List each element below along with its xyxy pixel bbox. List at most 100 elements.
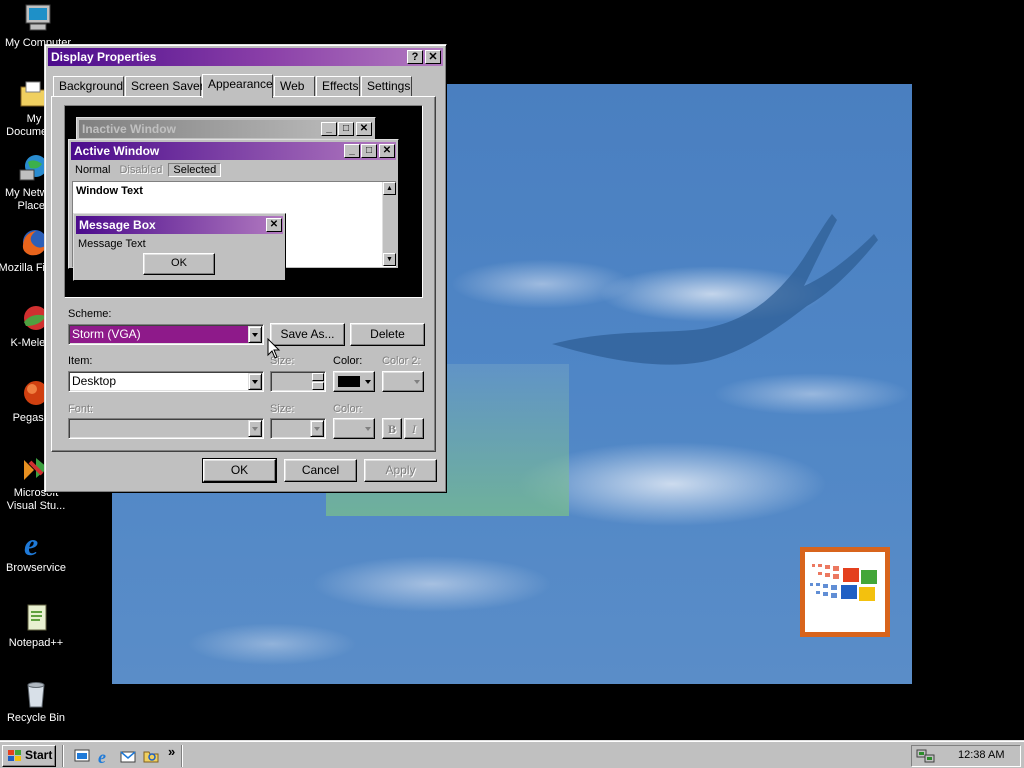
preview-inactive-title: Inactive Window	[82, 122, 176, 136]
chevron-down-icon	[365, 380, 371, 384]
close-button[interactable]: ✕	[425, 50, 441, 64]
save-as-button[interactable]: Save As...	[270, 323, 345, 346]
preview-msgbox-text: Message Text	[78, 238, 146, 250]
svg-text:e: e	[98, 747, 106, 765]
tab-screen-saver[interactable]: Screen Saver	[125, 76, 204, 96]
notepadpp-icon	[20, 602, 52, 634]
window-title: Display Properties	[51, 50, 157, 64]
item-size-spinner[interactable]	[270, 371, 326, 392]
minimize-icon: _	[344, 144, 360, 158]
font-size-label: Size:	[270, 403, 295, 415]
explorer-icon[interactable]	[142, 747, 160, 765]
spin-up-icon	[312, 373, 324, 381]
chevron-down-icon[interactable]	[248, 420, 262, 437]
chevron-down-icon	[414, 380, 420, 384]
preview-menu-disabled: Disabled	[119, 164, 163, 176]
preview-active-titlebar: Active Window _ □ ✕	[71, 142, 396, 160]
desktop-icon-label: Browservice	[6, 562, 66, 574]
color-swatch	[338, 376, 360, 387]
preview-msgbox-titlebar: Message Box ✕	[76, 216, 283, 234]
preview-scrollbar: ▲ ▼	[382, 182, 396, 266]
preview-window-text: Window Text	[76, 185, 143, 197]
chevron-down-icon[interactable]	[248, 373, 262, 390]
ok-button[interactable]: OK	[202, 458, 277, 483]
system-tray: 12:38 AM	[911, 745, 1021, 767]
spin-down-icon	[312, 382, 324, 390]
preview-inactive-titlebar: Inactive Window _ □ ✕	[79, 120, 373, 138]
desktop-icon-recycle-bin[interactable]: Recycle Bin	[0, 677, 72, 725]
italic-button[interactable]: I	[404, 418, 424, 439]
quicklaunch-more-icon[interactable]: »	[168, 744, 175, 759]
maximize-icon: □	[361, 144, 377, 158]
item-value: Desktop	[72, 374, 117, 388]
desktop-icon-label: Recycle Bin	[6, 712, 66, 724]
desktop-icon-browservice[interactable]: e Browservice	[0, 526, 72, 575]
preview-message-box: Message Box ✕ Message Text OK	[73, 213, 286, 281]
scroll-up-icon: ▲	[383, 182, 396, 195]
windows-flag-icon	[8, 750, 21, 761]
desktop-icon-notepadpp[interactable]: Notepad++	[0, 602, 72, 650]
preview-active-title: Active Window	[74, 144, 160, 158]
svg-text:e: e	[24, 527, 38, 559]
preview-menu-selected: Selected	[168, 163, 222, 177]
apply-button[interactable]: Apply	[364, 459, 437, 482]
tab-effects[interactable]: Effects	[316, 76, 360, 96]
color-label: Color:	[333, 355, 363, 367]
chevron-down-icon[interactable]	[310, 420, 324, 437]
show-desktop-icon[interactable]	[73, 747, 91, 765]
close-icon: ✕	[356, 122, 372, 136]
font-dropdown[interactable]	[68, 418, 264, 439]
computer-icon	[22, 2, 54, 34]
taskbar-divider	[62, 745, 64, 767]
preview-msgbox-title: Message Box	[79, 218, 156, 232]
font-label: Font:	[68, 403, 94, 415]
mouse-cursor-icon	[267, 338, 281, 359]
start-label: Start	[25, 748, 53, 762]
maximize-icon: □	[338, 122, 354, 136]
item-dropdown[interactable]: Desktop	[68, 371, 264, 392]
internet-explorer-icon: e	[20, 526, 52, 562]
scheme-dropdown[interactable]: Storm (VGA)	[68, 324, 264, 345]
font-size-dropdown[interactable]	[270, 418, 326, 439]
recycle-bin-icon	[20, 677, 52, 709]
preview-menu-normal: Normal	[75, 164, 111, 176]
outlook-express-icon[interactable]	[119, 747, 137, 765]
cancel-button[interactable]: Cancel	[284, 459, 357, 482]
tab-appearance[interactable]: Appearance	[202, 74, 273, 98]
font-color-button[interactable]	[333, 418, 375, 439]
item-label: Item:	[68, 355, 93, 367]
scroll-down-icon: ▼	[383, 253, 396, 266]
help-button[interactable]: ?	[407, 50, 423, 64]
tab-background[interactable]: Background	[53, 76, 124, 96]
color2-picker-button[interactable]	[382, 371, 424, 392]
appearance-panel: Inactive Window _ □ ✕ Active Window _ □ …	[51, 96, 436, 452]
display-properties-window: Display Properties ? ✕ Background Screen…	[44, 44, 447, 493]
font-color-label: Color:	[333, 403, 363, 415]
windows-logo	[800, 547, 890, 637]
internet-explorer-icon[interactable]: e	[96, 747, 114, 767]
color-picker-button[interactable]	[333, 371, 375, 392]
color2-label: Color 2:	[382, 355, 421, 367]
tab-web[interactable]: Web	[274, 76, 315, 96]
scheme-label: Scheme:	[68, 308, 112, 320]
start-button[interactable]: Start	[2, 745, 56, 767]
chevron-down-icon	[365, 427, 371, 431]
close-icon: ✕	[266, 218, 282, 232]
chevron-down-icon[interactable]	[248, 326, 262, 343]
desktop-icon-label: Notepad++	[8, 637, 64, 649]
tab-settings[interactable]: Settings	[361, 76, 412, 96]
desktop-icon-my-computer[interactable]: My Computer	[2, 2, 74, 50]
network-tray-icon[interactable]	[916, 747, 936, 765]
scheme-value: Storm (VGA)	[72, 327, 141, 341]
minimize-icon: _	[321, 122, 337, 136]
preview-ok-button: OK	[143, 253, 215, 275]
delete-button[interactable]: Delete	[350, 323, 425, 346]
scheme-preview[interactable]: Inactive Window _ □ ✕ Active Window _ □ …	[64, 105, 423, 298]
bold-button[interactable]: B	[382, 418, 402, 439]
window-titlebar[interactable]: Display Properties ? ✕	[48, 48, 443, 66]
taskbar-divider	[181, 745, 183, 767]
close-icon: ✕	[379, 144, 395, 158]
clock[interactable]: 12:38 AM	[958, 749, 1004, 761]
close-icon: ✕	[428, 51, 438, 63]
taskbar: Start e » 12:38 AM	[0, 740, 1024, 768]
